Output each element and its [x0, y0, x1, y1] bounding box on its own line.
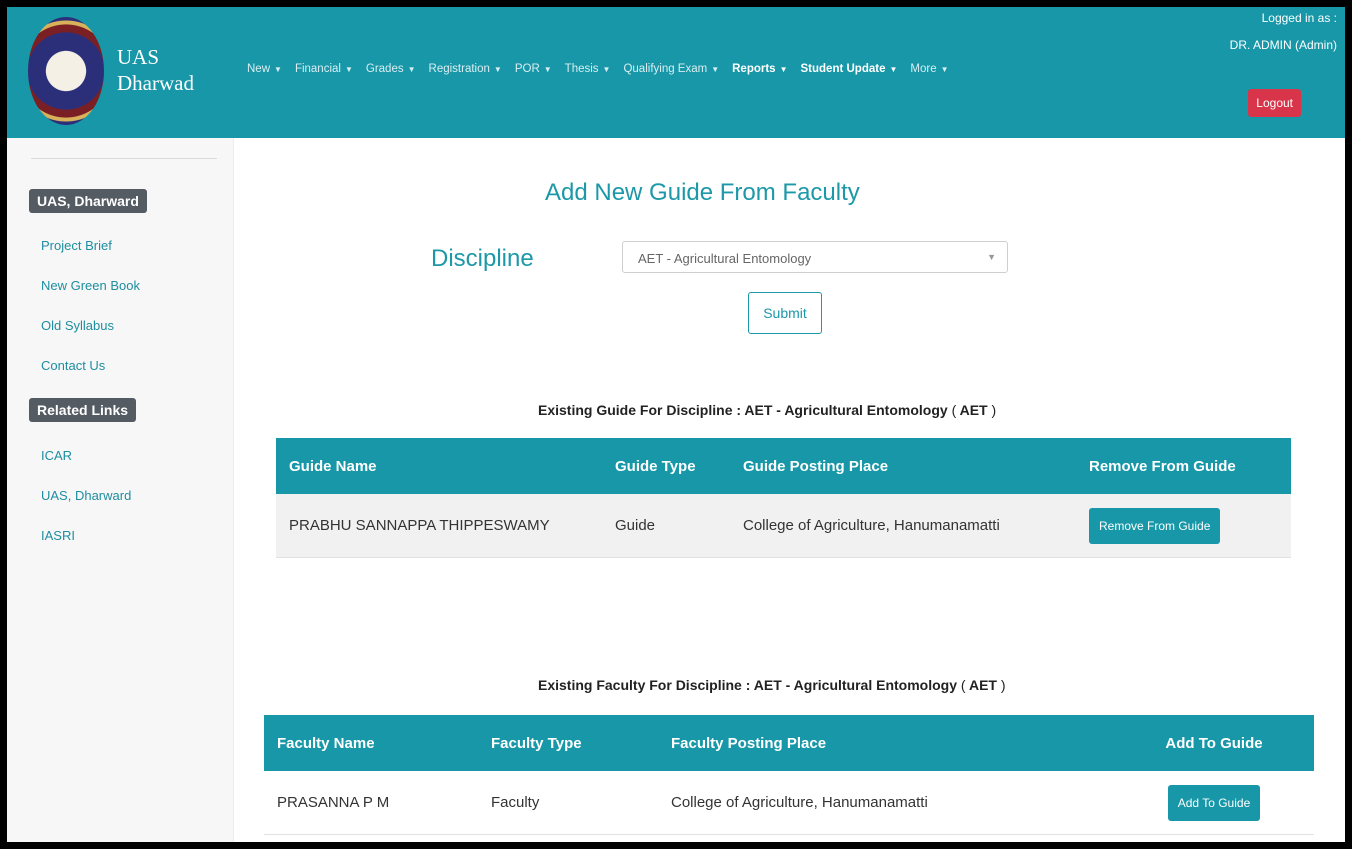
sidebar-link-icar[interactable]: ICAR: [41, 448, 72, 463]
caret-down-icon: ▼: [779, 65, 788, 74]
caret-down-icon: ▼: [274, 65, 282, 74]
column-header-faculty-name: Faculty Name: [264, 715, 478, 771]
nav-more-label: More: [910, 63, 937, 75]
nav-grades[interactable]: Grades ▼: [366, 63, 416, 75]
column-header-guide-name: Guide Name: [276, 438, 602, 494]
guide-table: Guide Name Guide Type Guide Posting Plac…: [276, 438, 1291, 558]
logged-in-label: Logged in as :: [1261, 11, 1337, 25]
guide-section-title: Existing Guide For Discipline : AET - Ag…: [538, 402, 997, 418]
guide-action-cell: Remove From Guide: [1076, 494, 1291, 558]
faculty-type-cell: Faculty: [478, 771, 658, 835]
sidebar-heading-related-links: Related Links: [29, 398, 137, 422]
faculty-section-code: AET: [968, 677, 997, 693]
caret-down-icon: ▼: [543, 65, 552, 74]
nav-new[interactable]: New ▼: [247, 63, 282, 75]
nav-new-label: New: [247, 63, 271, 75]
caret-down-icon: ▼: [407, 65, 416, 74]
faculty-place-cell: College of Agriculture, Hanumanamatti: [658, 771, 1114, 835]
brand: UAS Dharwad: [117, 44, 194, 96]
guide-place-cell: College of Agriculture, Hanumanamatti: [730, 494, 1076, 558]
add-to-guide-button[interactable]: Add To Guide: [1167, 784, 1261, 821]
chevron-down-icon: ▼: [987, 252, 996, 262]
nav-more[interactable]: More ▼: [910, 63, 948, 75]
app-window: UAS Dharwad New ▼ Financial ▼ Grades ▼ Regi…: [0, 0, 1352, 849]
caret-down-icon: ▼: [602, 65, 611, 74]
sidebar-link-project-brief[interactable]: Project Brief: [41, 238, 112, 253]
table-row: PRASANNA P M Faculty College of Agricult…: [264, 771, 1314, 835]
nav-student-update-label: Student Update: [800, 63, 886, 75]
guide-name-cell: PRABHU SANNAPPA THIPPESWAMY: [276, 494, 602, 558]
discipline-label: Discipline: [431, 245, 534, 272]
column-header-add-to-guide: Add To Guide: [1114, 715, 1314, 771]
caret-down-icon: ▼: [940, 65, 949, 74]
university-logo: [28, 17, 104, 125]
nav-thesis[interactable]: Thesis ▼: [565, 63, 611, 75]
sidebar-link-iasri[interactable]: IASRI: [41, 528, 75, 543]
nav-qualifying-exam[interactable]: Qualifying Exam ▼: [623, 63, 719, 75]
nav-por[interactable]: POR ▼: [515, 63, 552, 75]
submit-button[interactable]: Submit: [748, 292, 822, 334]
nav-student-update[interactable]: Student Update ▼: [801, 63, 898, 75]
nav-reports[interactable]: Reports ▼: [732, 63, 787, 75]
faculty-section-title: Existing Faculty For Discipline : AET - …: [538, 677, 1006, 693]
table-row: PRABHU SANNAPPA THIPPESWAMY Guide Colleg…: [276, 494, 1291, 558]
page-title: Add New Guide From Faculty: [545, 179, 860, 206]
nav-grades-label: Grades: [365, 63, 404, 75]
faculty-section-title-text: Existing Faculty For Discipline : AET - …: [538, 677, 958, 693]
nav-registration-label: Registration: [428, 63, 490, 75]
column-header-guide-posting-place: Guide Posting Place: [730, 438, 1076, 494]
column-header-faculty-posting-place: Faculty Posting Place: [658, 715, 1114, 771]
nav-por-label: POR: [514, 63, 540, 75]
column-header-faculty-type: Faculty Type: [478, 715, 658, 771]
caret-down-icon: ▼: [493, 65, 502, 74]
faculty-table: Faculty Name Faculty Type Faculty Postin…: [264, 715, 1314, 835]
guide-section-title-text: Existing Guide For Discipline : AET - Ag…: [538, 402, 948, 418]
caret-down-icon: ▼: [711, 65, 720, 74]
faculty-table-header: Faculty Name Faculty Type Faculty Postin…: [264, 715, 1314, 771]
brand-line-2: Dharwad: [117, 71, 194, 95]
brand-line-1: UAS: [117, 45, 160, 69]
remove-from-guide-button[interactable]: Remove From Guide: [1089, 507, 1221, 544]
sidebar-link-new-green-book[interactable]: New Green Book: [41, 278, 140, 293]
caret-down-icon: ▼: [344, 65, 353, 74]
caret-down-icon: ▼: [889, 65, 898, 74]
nav-financial[interactable]: Financial ▼: [295, 63, 353, 75]
nav-financial-label: Financial: [294, 63, 341, 75]
sidebar-link-old-syllabus[interactable]: Old Syllabus: [41, 318, 114, 333]
column-header-remove-from-guide: Remove From Guide: [1076, 438, 1291, 494]
nav-registration[interactable]: Registration ▼: [429, 63, 502, 75]
nav-qualifying-exam-label: Qualifying Exam: [623, 63, 708, 75]
discipline-select[interactable]: AET - Agricultural Entomology ▼: [622, 241, 1008, 273]
guide-type-cell: Guide: [602, 494, 730, 558]
discipline-select-value: AET - Agricultural Entomology: [638, 251, 812, 266]
column-header-guide-type: Guide Type: [602, 438, 730, 494]
guide-table-header: Guide Name Guide Type Guide Posting Plac…: [276, 438, 1291, 494]
top-header: UAS Dharwad New ▼ Financial ▼ Grades ▼ Regi…: [7, 7, 1345, 138]
sidebar-heading-uas: UAS, Dharward: [29, 189, 147, 213]
logged-in-user: DR. ADMIN (Admin): [1229, 38, 1337, 52]
sidebar-link-uas-dharward[interactable]: UAS, Dharward: [41, 488, 131, 503]
guide-section-code: AET: [959, 402, 988, 418]
sidebar-link-contact-us[interactable]: Contact Us: [41, 358, 105, 373]
nav-reports-label: Reports: [732, 63, 776, 75]
faculty-name-cell: PRASANNA P M: [264, 771, 478, 835]
nav-thesis-label: Thesis: [564, 63, 599, 75]
sidebar-divider: [31, 158, 217, 159]
sidebar: UAS, Dharward Project Brief New Green Bo…: [7, 138, 234, 842]
logout-button[interactable]: Logout: [1248, 89, 1301, 117]
main-nav: New ▼ Financial ▼ Grades ▼ Registration ▼ PO…: [247, 63, 949, 75]
faculty-action-cell: Add To Guide: [1114, 771, 1314, 835]
